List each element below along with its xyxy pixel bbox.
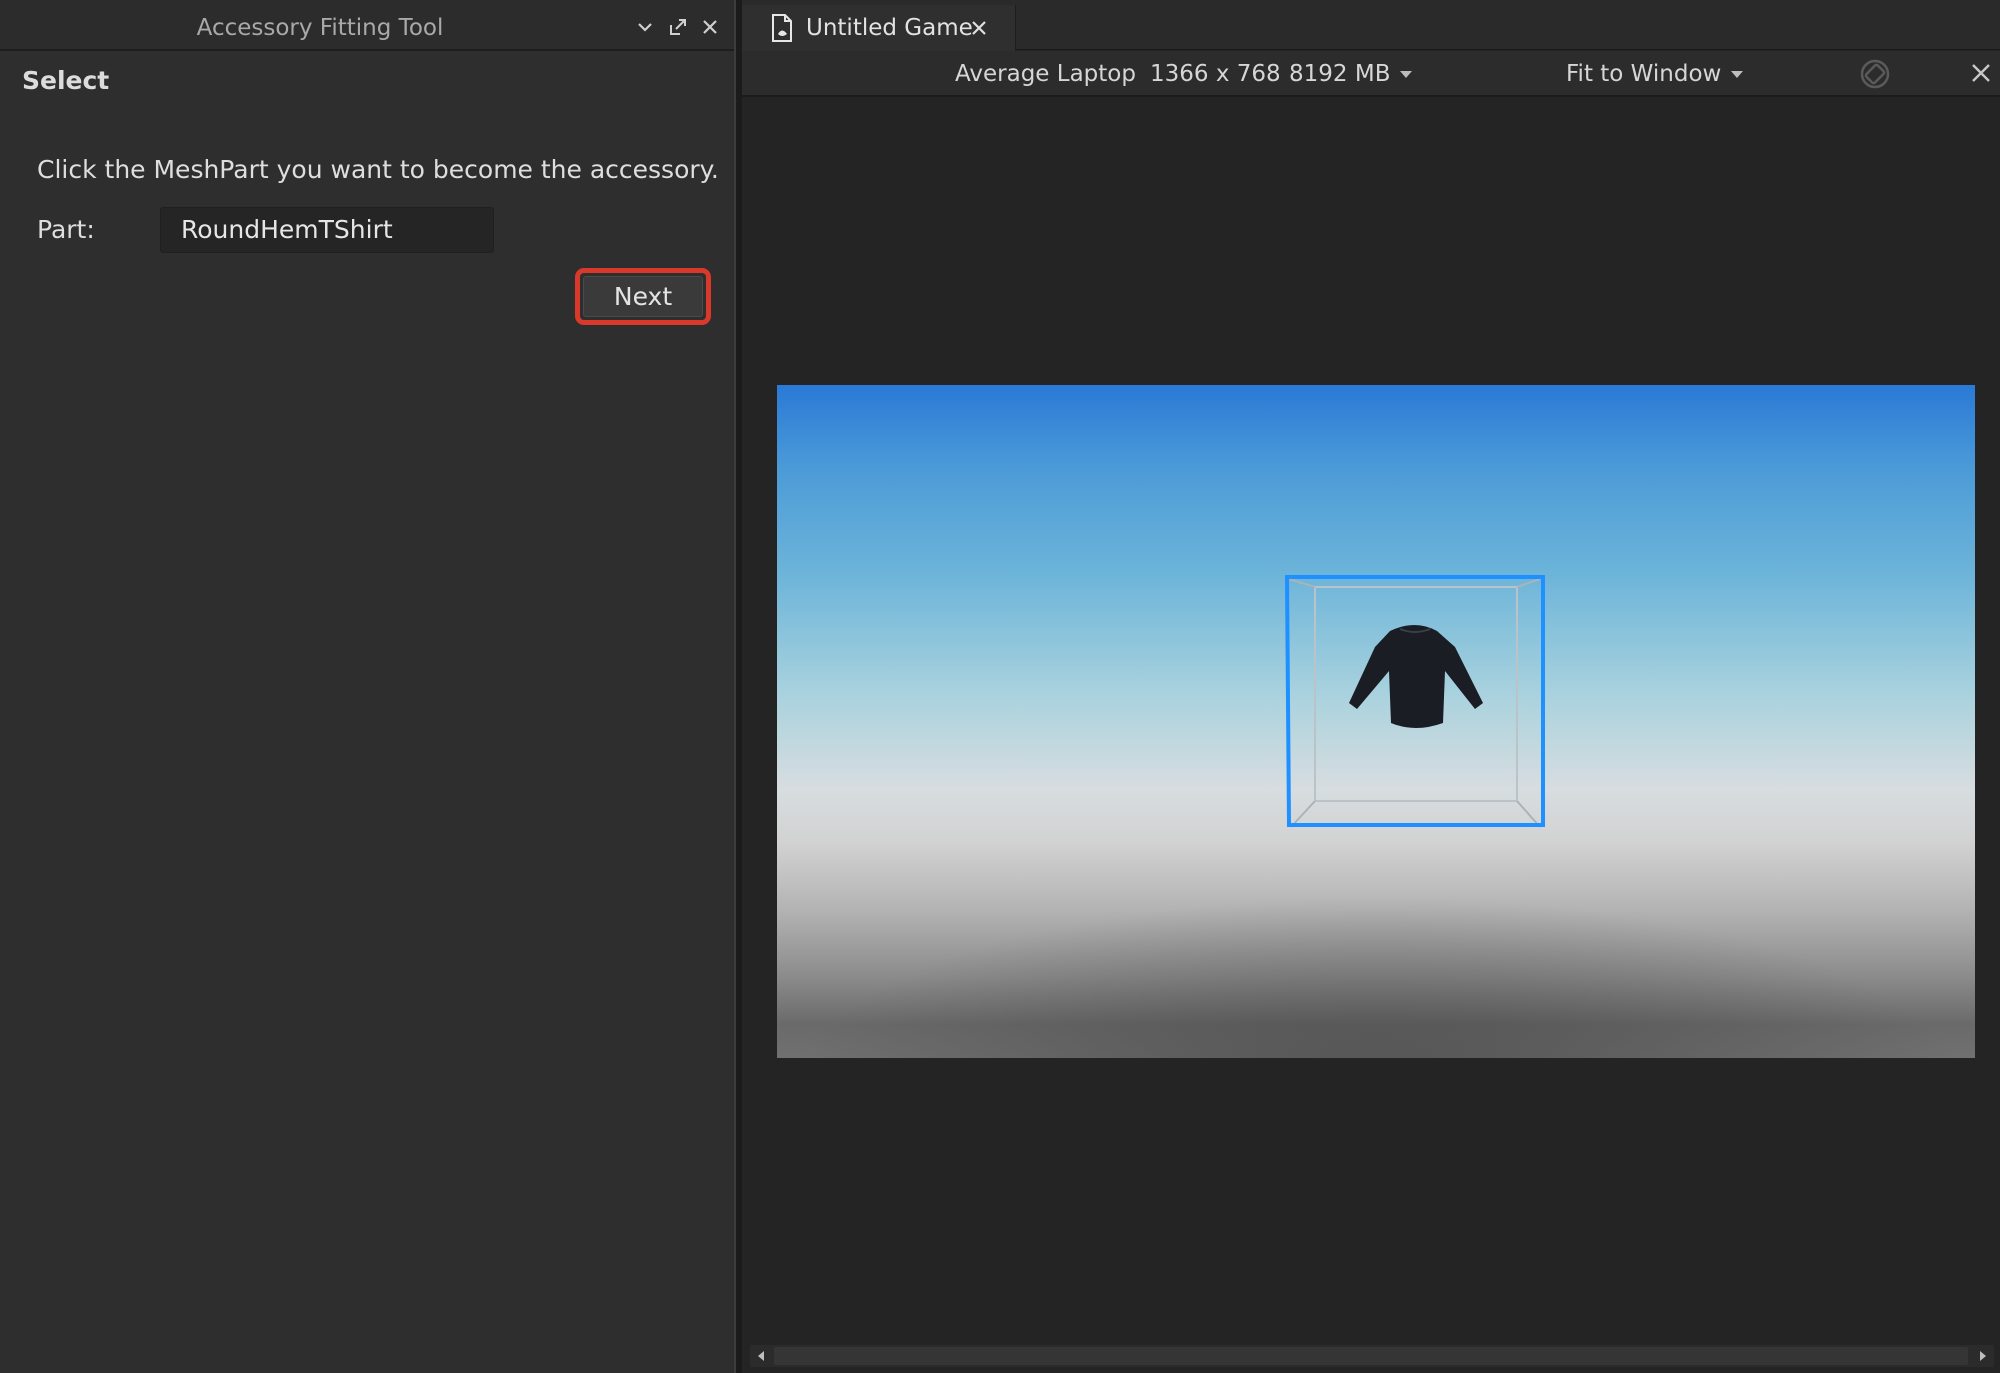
part-field[interactable]: RoundHemTShirt — [160, 207, 494, 253]
memory-value: 8192 MB — [1289, 61, 1391, 87]
tab-label: Untitled Game — [806, 15, 973, 41]
part-label: Part: — [37, 215, 95, 244]
tab-bar: Untitled Game — [742, 0, 2000, 51]
memory-dropdown[interactable]: 8192 MB — [1289, 61, 1413, 87]
chevron-down-icon[interactable] — [632, 14, 658, 40]
scroll-right-icon[interactable] — [1976, 1349, 1990, 1363]
document-icon — [772, 14, 792, 42]
fit-dropdown[interactable]: Fit to Window — [1566, 61, 1744, 87]
instruction-text: Click the MeshPart you want to become th… — [37, 155, 719, 184]
scroll-left-icon[interactable] — [754, 1349, 768, 1363]
scrollbar-thumb[interactable] — [774, 1347, 1968, 1365]
tab-untitled-game[interactable]: Untitled Game — [742, 5, 1016, 51]
horizontal-scrollbar[interactable] — [750, 1345, 1994, 1367]
panel-titlebar: Accessory Fitting Tool — [0, 0, 734, 51]
device-resolution: 1366 x 768 — [1150, 61, 1281, 87]
close-icon[interactable] — [968, 17, 990, 39]
close-icon[interactable] — [1970, 62, 1992, 84]
game-viewport[interactable] — [777, 385, 1975, 1058]
document-area: Untitled Game Average Laptop 1366 x 768 … — [742, 0, 2000, 1373]
rotate-icon[interactable] — [1858, 57, 1892, 91]
section-header: Select — [22, 66, 110, 95]
caret-down-icon — [1731, 71, 1744, 78]
undock-icon[interactable] — [665, 14, 691, 40]
selected-meshpart[interactable] — [1284, 575, 1546, 831]
device-name[interactable]: Average Laptop — [955, 61, 1136, 87]
accessory-fitting-panel: Accessory Fitting Tool Select Click the … — [0, 0, 734, 1373]
fit-value: Fit to Window — [1566, 61, 1722, 87]
device-emulator-bar: Average Laptop 1366 x 768 8192 MB Fit to… — [742, 51, 2000, 97]
panel-splitter[interactable] — [734, 0, 742, 1373]
shirt-mesh — [1349, 625, 1483, 728]
close-icon[interactable] — [697, 14, 723, 40]
studio-window: Accessory Fitting Tool Select Click the … — [0, 0, 2000, 1373]
panel-title: Accessory Fitting Tool — [196, 15, 444, 41]
caret-down-icon — [1400, 71, 1413, 78]
next-button[interactable]: Next — [583, 276, 703, 317]
